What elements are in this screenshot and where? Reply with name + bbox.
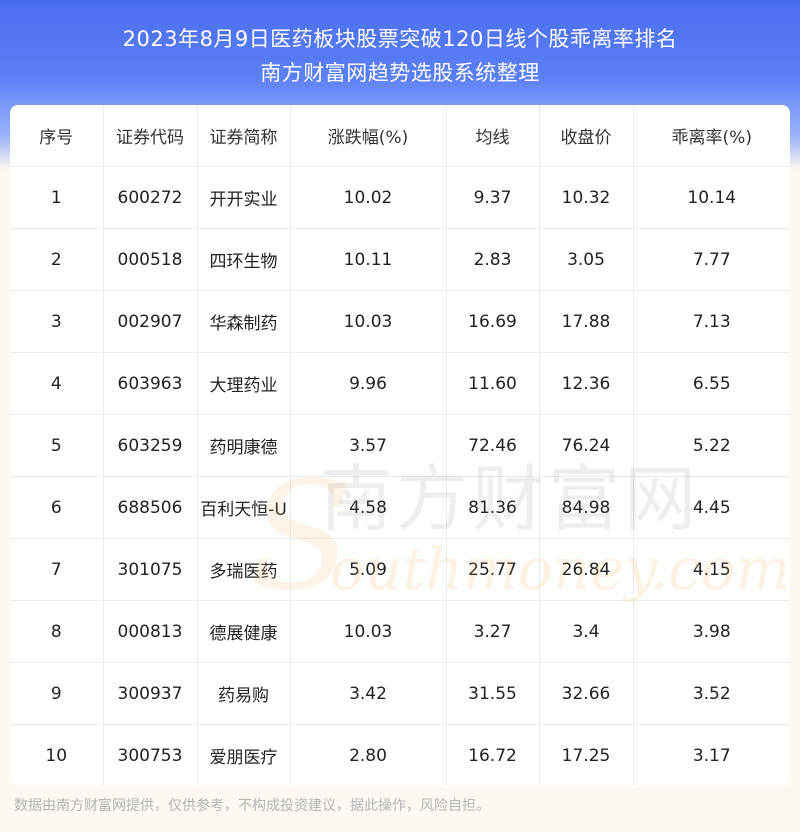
column-header-name: 证券简称 [197,105,291,167]
change-cell: 3.42 [290,662,447,725]
close-cell: 3.05 [539,228,634,291]
table-row: 5 603259 药明康德 3.57 72.46 76.24 5.22 [10,414,790,477]
table-card: 序号 证券代码 证券简称 涨跌幅(%) 均线 收盘价 乖离率(%) 1 60027… [10,105,790,787]
name-cell: 大理药业 [197,352,291,415]
change-cell: 10.03 [290,600,447,663]
change-cell: 3.57 [290,414,447,477]
change-cell: 4.58 [290,476,447,539]
bias-cell: 7.13 [633,290,790,353]
bias-cell: 6.55 [633,352,790,415]
page-subtitle: 南方财富网趋势选股系统整理 [260,61,540,85]
table-row: 9 300937 药易购 3.42 31.55 32.66 3.52 [10,662,790,725]
name-cell: 四环生物 [197,228,291,291]
moving-average-cell: 9.37 [446,166,540,229]
moving-average-cell: 72.46 [446,414,540,477]
name-cell: 药明康德 [197,414,291,477]
table-row: 7 301075 多瑞医药 5.09 25.77 26.84 4.15 [10,538,790,601]
rank-cell: 6 [10,476,104,539]
table-row: 1 600272 开开实业 10.02 9.37 10.32 10.14 [10,166,790,229]
ranking-table: 序号 证券代码 证券简称 涨跌幅(%) 均线 收盘价 乖离率(%) 1 60027… [10,105,790,786]
close-cell: 3.4 [539,600,634,663]
close-cell: 84.98 [539,476,634,539]
rank-cell: 4 [10,352,104,415]
rank-cell: 9 [10,662,104,725]
change-cell: 2.80 [290,724,447,786]
name-cell: 华森制药 [197,290,291,353]
rank-cell: 1 [10,166,104,229]
bias-cell: 3.98 [633,600,790,663]
bias-cell: 4.45 [633,476,790,539]
code-cell: 301075 [103,538,198,601]
table-row: 3 002907 华森制药 10.03 16.69 17.88 7.13 [10,290,790,353]
moving-average-cell: 16.72 [446,724,540,786]
moving-average-cell: 16.69 [446,290,540,353]
code-cell: 002907 [103,290,198,353]
bias-cell: 10.14 [633,166,790,229]
rank-cell: 2 [10,228,104,291]
close-cell: 17.88 [539,290,634,353]
change-cell: 10.11 [290,228,447,291]
code-cell: 600272 [103,166,198,229]
rank-cell: 7 [10,538,104,601]
moving-average-cell: 2.83 [446,228,540,291]
rank-cell: 10 [10,724,104,786]
moving-average-cell: 31.55 [446,662,540,725]
close-cell: 32.66 [539,662,634,725]
table-row: 2 000518 四环生物 10.11 2.83 3.05 7.77 [10,228,790,291]
table-row: 10 300753 爱朋医疗 2.80 16.72 17.25 3.17 [10,724,790,786]
change-cell: 10.03 [290,290,447,353]
column-header-code: 证券代码 [103,105,198,167]
table-body: 1 600272 开开实业 10.02 9.37 10.32 10.14 2 000518 四环生… [10,166,790,786]
bias-cell: 3.17 [692,745,731,766]
bias-cell: 5.22 [633,414,790,477]
moving-average-cell: 3.27 [446,600,540,663]
change-cell: 5.09 [290,538,447,601]
moving-average-cell: 11.60 [446,352,540,415]
name-cell: 德展健康 [197,600,291,663]
name-cell: 爱朋医疗 [197,724,291,786]
code-cell: 300753 [103,724,198,786]
close-cell: 17.25 [539,724,634,786]
change-cell: 10.02 [290,166,447,229]
table-row: 6 688506 百利天恒-U 4.58 81.36 84.98 4.45 [10,476,790,539]
moving-average-cell: 25.77 [446,538,540,601]
name-cell: 开开实业 [197,166,291,229]
close-cell: 76.24 [539,414,634,477]
table-header-row: 序号 证券代码 证券简称 涨跌幅(%) 均线 收盘价 乖离率(%) [10,105,790,167]
code-cell: 603259 [103,414,198,477]
column-header-change: 涨跌幅(%) [290,105,447,167]
bias-cell: 7.77 [633,228,790,291]
column-header-bias: 乖离率(%) [633,105,790,167]
name-cell: 多瑞医药 [197,538,291,601]
page-title: 2023年8月9日医药板块股票突破120日线个股乖离率排名 [122,27,678,51]
close-cell: 26.84 [539,538,634,601]
change-cell: 9.96 [290,352,447,415]
bias-cell: 3.52 [633,662,790,725]
column-header-moving-average: 均线 [446,105,540,167]
code-cell: 300937 [103,662,198,725]
moving-average-cell: 81.36 [446,476,540,539]
rank-cell: 3 [10,290,104,353]
code-cell: 000518 [103,228,198,291]
disclaimer-text: 数据由南方财富网提供，仅供参考，不构成投资建议，据此操作，风险自担。 [14,798,490,814]
table-row: 4 603963 大理药业 9.96 11.60 12.36 6.55 [10,352,790,415]
code-cell: 000813 [103,600,198,663]
close-cell: 12.36 [539,352,634,415]
close-cell: 10.32 [539,166,634,229]
column-header-rank: 序号 [10,105,104,167]
rank-cell: 8 [10,600,104,663]
table-row: 8 000813 德展健康 10.03 3.27 3.4 3.98 [10,600,790,663]
code-cell: 688506 [103,476,198,539]
column-header-close: 收盘价 [539,105,634,167]
bias-cell: 4.15 [633,538,790,601]
name-cell: 药易购 [197,662,291,725]
rank-cell: 5 [10,414,104,477]
name-cell: 百利天恒-U [197,476,291,539]
code-cell: 603963 [103,352,198,415]
